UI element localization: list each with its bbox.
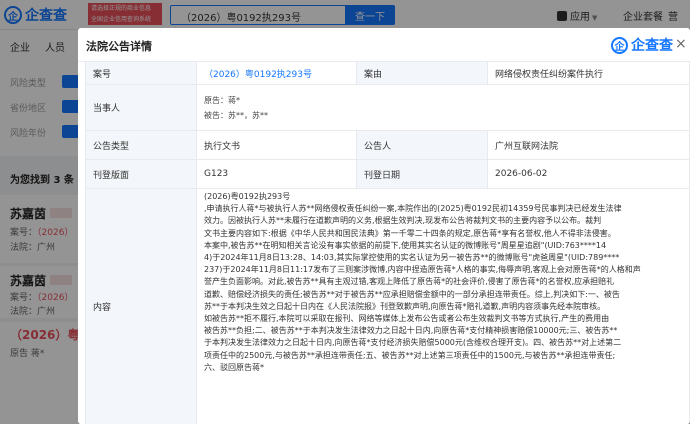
defendant: 被告：苏**，苏** [204, 110, 268, 120]
type-value: 执行文书 [196, 130, 357, 160]
watermark-text: 企查查 [631, 38, 673, 54]
announcer-label: 公告人 [356, 130, 488, 160]
cause-label: 案由 [356, 61, 488, 85]
date-value: 2026-06-02 [487, 159, 690, 189]
content-value: (2026)粤0192执293号 ,申请执行人蒋*与被执行人苏**网络侵权责任纠纷… [196, 188, 690, 424]
content-line: 效力。因被执行人苏**未履行在道歉声明的义务,根据生效判决,现发布公告将裁判文书… [204, 216, 602, 226]
page-value: G123 [196, 159, 357, 189]
content-line: ,申请执行人蒋*与被执行人苏**网络侵权责任纠纷一案,本院作出的(2025)粤0… [204, 204, 622, 214]
table-row: 当事人 原告：蒋* 被告：苏**，苏** [85, 84, 690, 131]
case-no-value[interactable]: （2026）粤0192执293号 [196, 61, 357, 85]
content-label: 内容 [85, 188, 197, 424]
date-label: 刊登日期 [356, 159, 488, 189]
content-line: 4)于2024年11月8日13:28、14:03,其实际掌控使用的实名认证为另一… [204, 253, 620, 263]
content-line: 被告苏**负担;二、被告苏**于本判决发生法律效力之日起十日内,向原告蒋*支付精… [204, 326, 618, 336]
type-label: 公告类型 [85, 130, 197, 160]
plaintiff: 原告：蒋* [204, 95, 240, 105]
court-notice-modal: 法院公告详情 企 企查查 × 案号 （2026）粤0192执293号 案由 网络… [78, 28, 690, 424]
logo-mark-icon: 企 [611, 36, 628, 54]
content-line: 于本判决发生法律效力之日起十日内,向原告蒋*支付经济损失赔偿5000元(含维权合… [204, 338, 622, 348]
modal-header: 法院公告详情 企 企查查 × [78, 28, 690, 62]
close-icon[interactable]: × [675, 37, 687, 51]
table-row: 案号 （2026）粤0192执293号 案由 网络侵权责任纠纷案件执行 [85, 61, 690, 85]
content-text: (2026)粤0192执293号 ,申请执行人蒋*与被执行人苏**网络侵权责任纠纷… [204, 191, 682, 374]
table-row: 内容 (2026)粤0192执293号 ,申请执行人蒋*与被执行人苏**网络侵权责… [85, 188, 690, 424]
content-line: 如被告苏**拒不履行,本院可以采取在报刊、网络等媒体上发布公告或者公布生效裁判文… [204, 314, 610, 324]
content-line: 本案中,被告苏**在明知相关言论没有事实依据的前提下,使用其实名认证的微博账号"… [204, 240, 607, 250]
content-line: 237)于2024年11月8日11:17发布了三则案涉微博,内容中捏造原告蒋*人… [204, 265, 641, 275]
page-label: 刊登版面 [85, 159, 197, 189]
case-no-label: 案号 [85, 61, 197, 85]
modal-title: 法院公告详情 [86, 40, 152, 53]
party-value: 原告：蒋* 被告：苏**，苏** [196, 84, 690, 131]
announcer-value: 广州互联网法院 [487, 130, 690, 160]
content-line: 苏**于本判决生效之日起十日内在《人民法院报》刊登致歉声明,向原告蒋*赔礼道歉,… [204, 301, 606, 311]
cause-value: 网络侵权责任纠纷案件执行 [487, 61, 690, 85]
party-label: 当事人 [85, 84, 197, 131]
table-row: 刊登版面 G123 刊登日期 2026-06-02 [85, 159, 690, 189]
notice-detail-table: 案号 （2026）粤0192执293号 案由 网络侵权责任纠纷案件执行 当事人 … [85, 61, 690, 424]
table-row: 公告类型 执行文书 公告人 广州互联网法院 [85, 130, 690, 160]
content-line: 道歉、赔偿经济损失的责任;被告苏**对于被告苏**应承担赔偿金额中的一部分承担连… [204, 289, 620, 299]
content-line: 誉产生负面影响。对此,被告苏**具有主观过错,客观上降低了原告蒋*的社会评价,侵… [204, 277, 615, 287]
content-line: 文书主要内容如下:根据《中华人民共和国民法典》第一千零二十四条的规定,原告蒋*享… [204, 228, 616, 238]
watermark-logo: 企 企查查 [611, 35, 673, 55]
content-line: 项责任中的2500元,与被告苏**承担连带责任;五、被告苏**对上述第三项责任中… [204, 350, 616, 360]
content-line: (2026)粤0192执293号 [204, 192, 291, 201]
content-line: 六、驳回原告蒋* [204, 362, 264, 372]
